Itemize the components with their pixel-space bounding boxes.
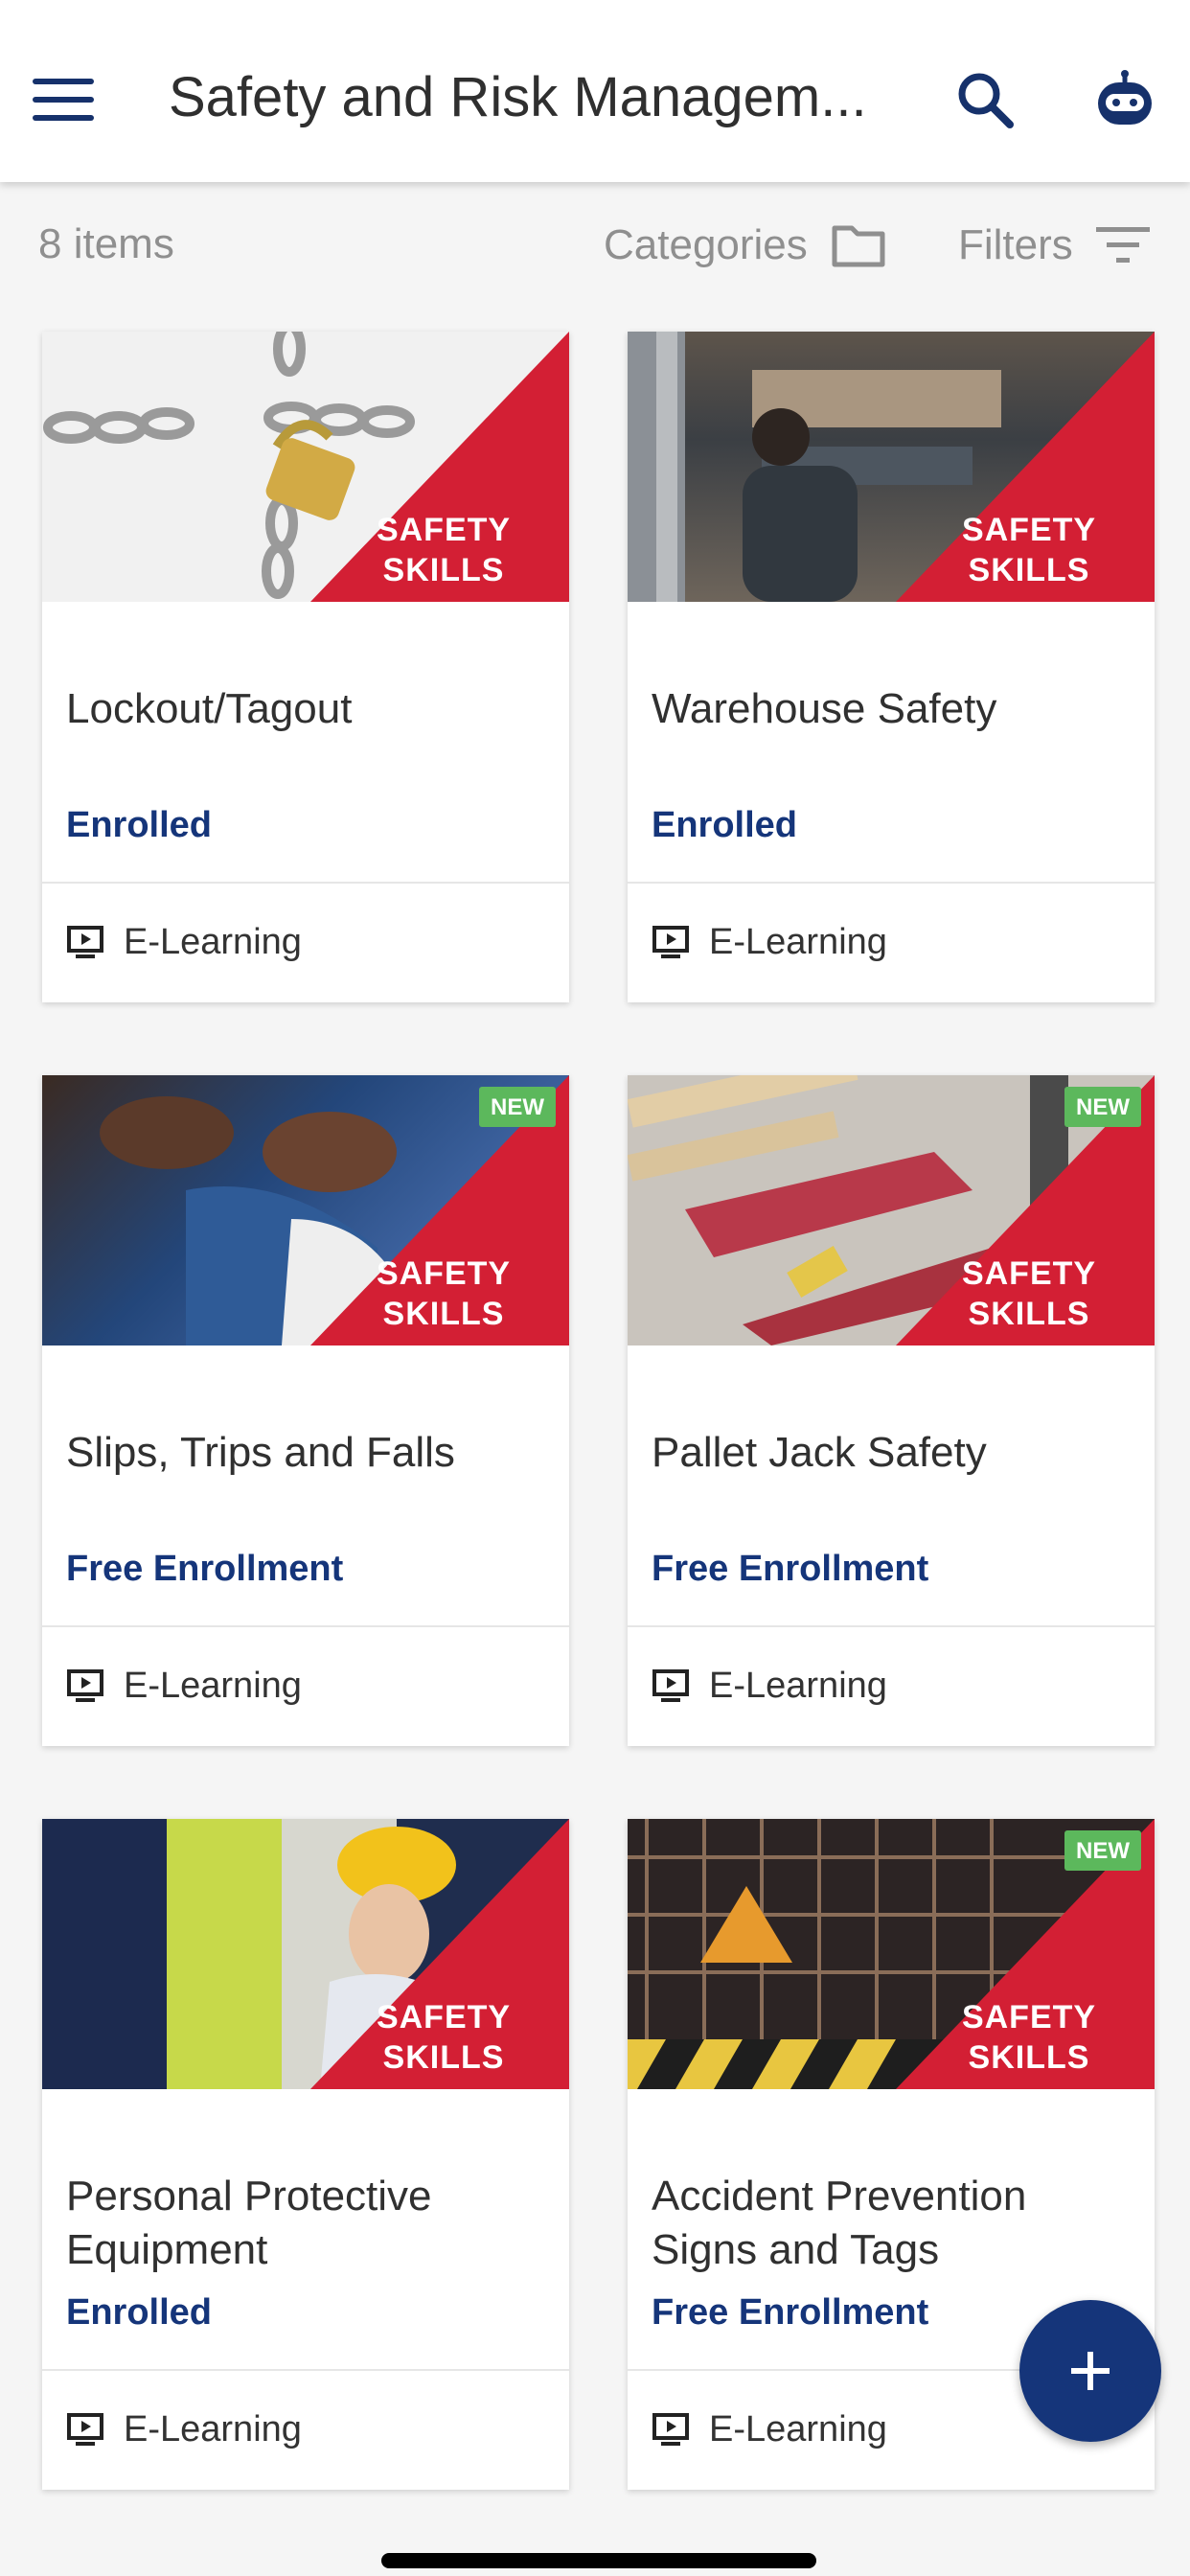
divider xyxy=(628,882,1155,884)
e-learning-icon xyxy=(67,926,103,958)
course-thumbnail: SAFETY SKILLS xyxy=(42,332,569,602)
search-icon[interactable] xyxy=(954,69,1016,130)
home-indicator[interactable] xyxy=(381,2553,816,2568)
filters-button[interactable]: Filters xyxy=(958,217,1150,274)
course-title: Accident Prevention Signs and Tags xyxy=(652,2173,1027,2273)
course-type: E-Learning xyxy=(66,1662,302,1710)
brand-logo: SAFETY SKILLS xyxy=(961,1255,1097,1332)
enrollment-status: Free Enrollment xyxy=(652,1549,929,1589)
new-badge: NEW xyxy=(1064,1830,1141,1871)
course-type: E-Learning xyxy=(66,2405,302,2453)
app-bar: Safety and Risk Managem... xyxy=(0,0,1190,182)
divider xyxy=(42,2369,569,2371)
course-thumbnail: NEW SAFETY SKILLS xyxy=(42,1075,569,1346)
folder-icon xyxy=(832,225,885,267)
course-card[interactable]: NEW SAFETY SKILLS Slips, Trips and Falls … xyxy=(42,1075,569,1746)
course-type-label: E-Learning xyxy=(124,921,302,962)
enrollment-status: Free Enrollment xyxy=(652,2292,929,2333)
plus-icon xyxy=(1071,2352,1110,2390)
item-count: 8 items xyxy=(38,220,174,267)
course-thumbnail: NEW SAFETY SKILLS xyxy=(628,1075,1155,1346)
course-title: Pallet Jack Safety xyxy=(652,1429,987,1476)
robot-assistant-icon[interactable] xyxy=(1092,69,1157,130)
new-badge: NEW xyxy=(1064,1087,1141,1127)
filter-icon xyxy=(1095,227,1150,263)
divider xyxy=(628,1625,1155,1627)
filters-label: Filters xyxy=(958,221,1073,268)
divider xyxy=(42,1625,569,1627)
course-title: Personal Protective Equipment xyxy=(66,2173,432,2273)
brand-logo: SAFETY SKILLS xyxy=(376,512,512,588)
enrollment-status: Enrolled xyxy=(66,2292,213,2333)
course-type-label: E-Learning xyxy=(709,2408,887,2450)
course-thumbnail: SAFETY SKILLS xyxy=(628,332,1155,602)
enrollment-status: Enrolled xyxy=(652,805,798,845)
course-type-label: E-Learning xyxy=(124,2408,302,2450)
course-type-label: E-Learning xyxy=(124,1665,302,1706)
new-badge: NEW xyxy=(479,1087,556,1127)
brand-logo: SAFETY SKILLS xyxy=(961,1999,1097,2076)
course-type: E-Learning xyxy=(652,1662,887,1710)
e-learning-icon xyxy=(67,1669,103,1702)
e-learning-icon xyxy=(652,1669,689,1702)
course-title: Lockout/Tagout xyxy=(66,685,353,732)
e-learning-icon xyxy=(67,2413,103,2446)
categories-label: Categories xyxy=(604,221,808,268)
divider xyxy=(42,882,569,884)
enrollment-status: Free Enrollment xyxy=(66,1549,344,1589)
e-learning-icon xyxy=(652,926,689,958)
brand-logo: SAFETY SKILLS xyxy=(376,1255,512,1332)
categories-button[interactable]: Categories xyxy=(604,217,886,274)
brand-logo: SAFETY SKILLS xyxy=(376,1999,512,2076)
e-learning-icon xyxy=(652,2413,689,2446)
course-card[interactable]: NEW SAFETY SKILLS Pallet Jack Safety Free… xyxy=(628,1075,1155,1746)
brand-logo: SAFETY SKILLS xyxy=(961,512,1097,588)
course-type-label: E-Learning xyxy=(709,921,887,962)
course-card[interactable]: SAFETY SKILLS Warehouse Safety Enrolled E… xyxy=(628,332,1155,1002)
course-thumbnail: SAFETY SKILLS xyxy=(42,1819,569,2089)
list-toolbar: 8 items Categories Filters xyxy=(0,209,1190,286)
enrollment-status: Enrolled xyxy=(66,805,213,845)
add-button[interactable] xyxy=(1019,2300,1161,2442)
page-title: Safety and Risk Managem... xyxy=(169,66,867,128)
course-type-label: E-Learning xyxy=(709,1665,887,1706)
course-type: E-Learning xyxy=(652,918,887,966)
course-title: Slips, Trips and Falls xyxy=(66,1429,455,1476)
course-type: E-Learning xyxy=(652,2405,887,2453)
course-thumbnail: NEW SAFETY SKILLS xyxy=(628,1819,1155,2089)
course-card[interactable]: SAFETY SKILLS Lockout/Tagout Enrolled E-L… xyxy=(42,332,569,1002)
course-title: Warehouse Safety xyxy=(652,685,997,732)
course-card[interactable]: SAFETY SKILLS Personal Protective Equipme… xyxy=(42,1819,569,2490)
course-type: E-Learning xyxy=(66,918,302,966)
hamburger-menu-icon[interactable] xyxy=(33,79,94,121)
